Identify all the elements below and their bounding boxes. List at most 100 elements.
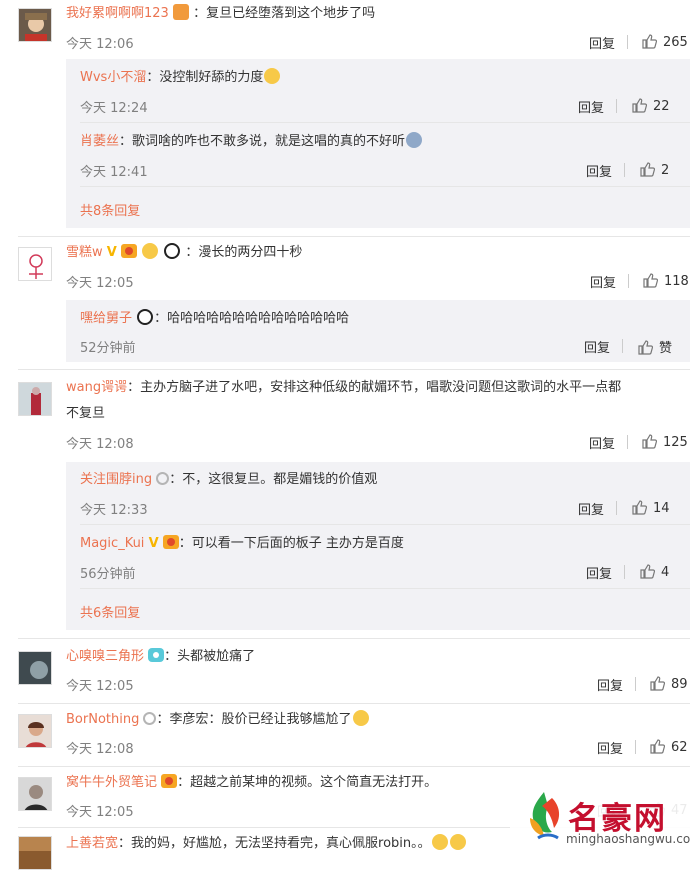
reply-box: Wvs小不溜：没控制好舔的力度 今天 12:24 回复 22 肖萎丝：歌词啥的咋…: [66, 59, 690, 228]
watermark-url: minghaoshangwu.com: [566, 832, 690, 846]
reply-username[interactable]: 嘿给舅子: [80, 311, 132, 326]
reply-username[interactable]: Wvs小不溜: [80, 70, 146, 85]
comment-text: ：主办方脑子进了水吧，安排这种低级的献媚环节，唱歌没问题但这歌词的水平一点都: [127, 380, 622, 395]
comment-username[interactable]: 心嗅嗅三角形: [66, 649, 144, 664]
reply-time: 52分钟前: [80, 341, 136, 356]
comment: 心嗅嗅三角形 ：头都被尬痛了 今天 12:05 回复 89: [0, 639, 690, 703]
comment-username[interactable]: 我好累啊啊啊123: [66, 6, 169, 21]
comment-time: 今天 12:08: [66, 437, 134, 452]
vip-badge-icon: [162, 535, 179, 549]
comment-username[interactable]: BorNothing: [66, 712, 139, 727]
reply-button[interactable]: 回复: [578, 97, 604, 116]
comment-text: ：超越之前某坤的视频。这个简直无法打开。: [177, 775, 438, 790]
like-button[interactable]: 125: [641, 433, 688, 450]
thumbs-up-icon: [642, 434, 657, 449]
like-count: 赞: [659, 341, 673, 356]
thumbs-up-icon: [640, 162, 655, 177]
comment-username[interactable]: 雪糕w: [66, 245, 103, 260]
comment-text: ：头都被尬痛了: [164, 649, 256, 664]
reply-text: ：不，这很复旦。都是媚钱的价值观: [169, 472, 378, 487]
like-count: 2: [661, 163, 670, 178]
laugh-cry-emoji-icon: [264, 68, 281, 84]
like-count: 89: [671, 677, 688, 692]
laugh-cry-emoji-icon: [431, 834, 448, 850]
like-button[interactable]: 265: [641, 33, 688, 50]
like-count: 14: [653, 501, 670, 516]
thumbs-up-icon: [643, 273, 658, 288]
reply-username[interactable]: Magic_Kui: [80, 536, 144, 551]
fire-icon: [172, 4, 189, 20]
reply-text: ：歌词啥的咋也不敢多说，就是这唱的真的不好听: [119, 134, 406, 149]
more-replies-link[interactable]: 共6条回复: [80, 602, 140, 621]
avatar[interactable]: [18, 836, 52, 870]
avatar[interactable]: [18, 777, 52, 811]
comment-username[interactable]: 窝牛牛外贸笔记: [66, 775, 157, 790]
divider: [622, 339, 623, 353]
reply-button[interactable]: 回复: [597, 675, 623, 694]
watermark-logo: [530, 792, 560, 840]
reply-username[interactable]: 肖萎丝: [80, 134, 119, 149]
eye-badge-icon: [148, 648, 165, 662]
thumbs-up-icon: [638, 340, 653, 355]
thumbs-up-icon: [642, 34, 657, 49]
comment-text: ：李彦宏：股价已经让我够尴尬了: [156, 712, 352, 727]
panda-emoji-icon: [137, 309, 154, 325]
like-count: 118: [664, 274, 689, 289]
divider: [80, 588, 690, 589]
divider: [624, 565, 625, 579]
reply-time: 今天 12:41: [80, 165, 148, 180]
laugh-cry-emoji-icon: [449, 834, 466, 850]
divider: [616, 501, 617, 515]
divider: [627, 35, 628, 49]
thumbs-up-icon: [640, 564, 655, 579]
reply-text: ：没控制好舔的力度: [146, 70, 264, 85]
reply-username[interactable]: 关注围脖ing: [80, 472, 152, 487]
reply-button[interactable]: 回复: [590, 272, 616, 291]
like-button[interactable]: 2: [639, 161, 669, 178]
comment-time: 今天 12:05: [66, 679, 134, 694]
dizzy-emoji-icon: [406, 132, 423, 148]
sunglasses-emoji-icon: [142, 243, 159, 259]
reply-button[interactable]: 回复: [589, 433, 615, 452]
like-button[interactable]: 4: [639, 563, 669, 580]
like-button[interactable]: 89: [649, 675, 688, 692]
member-badge-icon: [156, 472, 170, 485]
divider: [628, 274, 629, 288]
avatar[interactable]: [18, 714, 52, 748]
divider: [624, 163, 625, 177]
like-button[interactable]: 22: [631, 97, 670, 114]
comment-username[interactable]: 上善若宽: [66, 836, 118, 851]
like-button[interactable]: 118: [642, 272, 689, 289]
reply-text: ：哈哈哈哈哈哈哈哈哈哈哈哈哈哈: [154, 311, 350, 326]
like-button[interactable]: 赞: [637, 337, 672, 356]
verified-v-icon: V: [106, 245, 117, 260]
reply-button[interactable]: 回复: [589, 33, 615, 52]
comment-text: ：漫长的两分四十秒: [185, 245, 303, 260]
comment-text-continued: 不复旦: [66, 406, 106, 421]
divider: [80, 122, 690, 123]
like-button[interactable]: 14: [631, 499, 670, 516]
reply-button[interactable]: 回复: [586, 161, 612, 180]
divider: [635, 677, 636, 691]
reply-box: 嘿给舅子 ：哈哈哈哈哈哈哈哈哈哈哈哈哈哈 52分钟前 回复 赞: [66, 300, 690, 362]
comment-username[interactable]: wang谔谔: [66, 380, 127, 395]
vip-badge-icon: [161, 774, 178, 788]
avatar[interactable]: [18, 382, 52, 416]
reply-button[interactable]: 回复: [578, 499, 604, 518]
avatar[interactable]: [18, 8, 52, 42]
reply-button[interactable]: 回复: [597, 738, 623, 757]
like-count: 62: [671, 740, 688, 755]
like-button[interactable]: 62: [649, 738, 688, 755]
avatar[interactable]: [18, 651, 52, 685]
reply-box: 关注围脖ing ：不，这很复旦。都是媚钱的价值观 今天 12:33 回复 14 …: [66, 462, 690, 630]
thumbs-up-icon: [650, 676, 665, 691]
reply-time: 56分钟前: [80, 567, 136, 582]
panda-emoji-icon: [164, 243, 181, 259]
more-replies-link[interactable]: 共8条回复: [80, 200, 140, 219]
divider: [616, 99, 617, 113]
avatar[interactable]: [18, 247, 52, 281]
reply-button[interactable]: 回复: [586, 563, 612, 582]
comment-time: 今天 12:05: [66, 805, 134, 820]
like-count: 4: [661, 565, 670, 580]
reply-button[interactable]: 回复: [584, 337, 610, 356]
